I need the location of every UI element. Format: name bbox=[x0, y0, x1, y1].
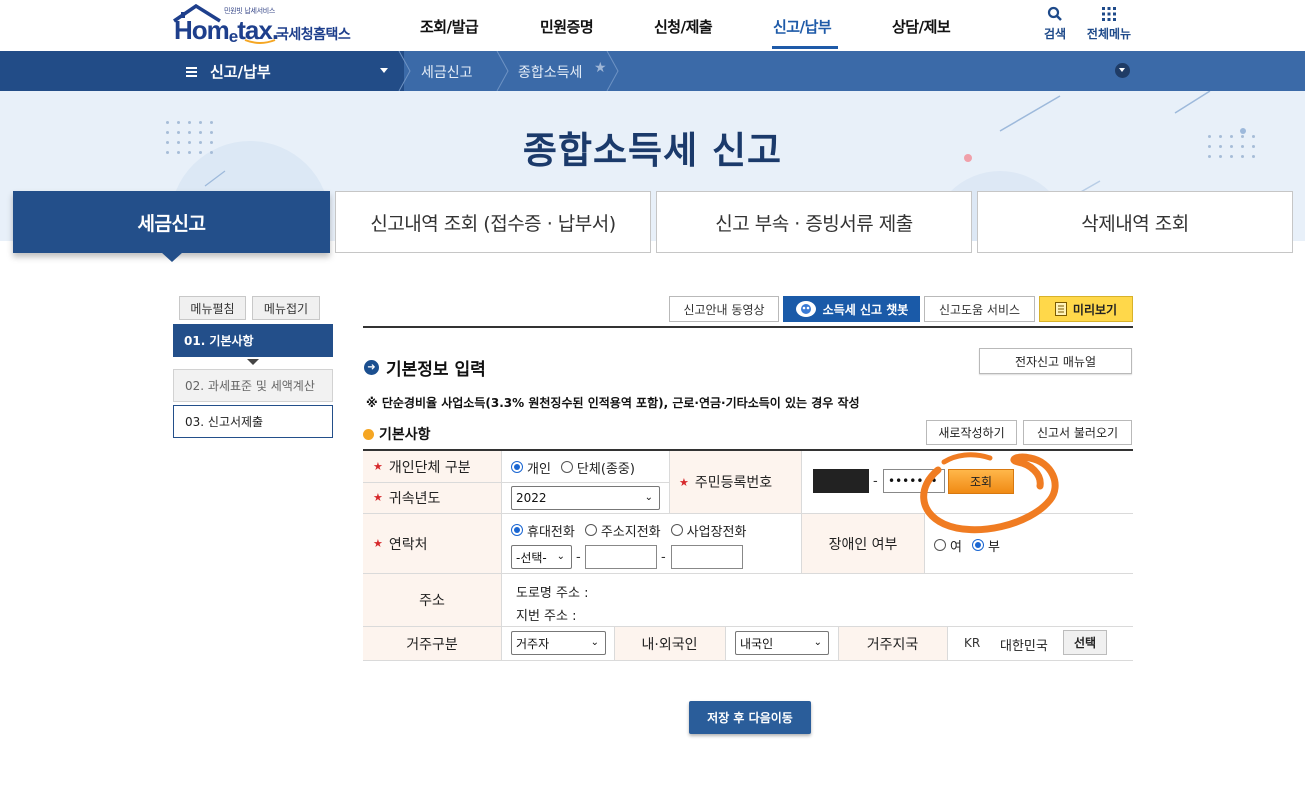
breadcrumb-tax-report[interactable]: 세금신고 bbox=[421, 62, 473, 82]
chatbot-button[interactable]: 소득세 신고 챗봇 bbox=[783, 296, 920, 322]
chevron-down-icon: ⌄ bbox=[556, 551, 565, 562]
step-submit[interactable]: 03. 신고서제출 bbox=[173, 405, 333, 438]
arrow-right-circle-icon: ➜ bbox=[364, 360, 379, 375]
bullet-circle-icon bbox=[363, 428, 374, 440]
country-select-button[interactable]: 선택 bbox=[1063, 630, 1107, 655]
notice-text: ※ 단순경비율 사업소득(3.3% 원천징수된 인적용역 포함), 근로·연금·… bbox=[366, 396, 860, 410]
chevron-down-icon[interactable] bbox=[380, 68, 388, 73]
search-icon bbox=[1047, 6, 1062, 21]
step-tax-calc[interactable]: 02. 과세표준 및 세액계산 bbox=[173, 369, 333, 402]
favorite-star-icon[interactable]: ★ bbox=[594, 60, 607, 76]
country-name: 대한민국 bbox=[1000, 639, 1048, 654]
nav-item-certificate[interactable]: 민원증명 bbox=[540, 16, 594, 38]
logo-subtitle: 국세청홈택스 bbox=[276, 27, 351, 43]
breadcrumb-separator-icon bbox=[606, 51, 619, 91]
chatbot-icon bbox=[795, 301, 816, 317]
grid-menu-icon bbox=[1102, 7, 1116, 21]
country-label: 거주지국 bbox=[838, 627, 947, 660]
new-write-button[interactable]: 새로작성하기 bbox=[926, 420, 1017, 445]
document-icon bbox=[1054, 302, 1067, 316]
hamburger-icon bbox=[186, 67, 197, 77]
breadcrumb-separator-icon bbox=[496, 51, 509, 91]
tab-report-history[interactable]: 신고내역 조회 (접수증 · 납부서) bbox=[335, 191, 651, 253]
menu-collapse-button[interactable]: 메뉴접기 bbox=[252, 296, 320, 320]
tab-tax-report[interactable]: 세금신고 bbox=[13, 191, 330, 253]
nav-item-consult[interactable]: 상담/제보 bbox=[892, 16, 951, 38]
radio-home-phone[interactable]: 주소지전화 bbox=[584, 521, 661, 540]
save-next-button[interactable]: 저장 후 다음이동 bbox=[689, 701, 811, 734]
nav-item-apply[interactable]: 신청/제출 bbox=[654, 16, 713, 38]
e-filing-manual-button[interactable]: 전자신고 매뉴얼 bbox=[979, 348, 1132, 374]
residence-select[interactable]: 거주자 ⌄ bbox=[511, 631, 606, 655]
search-button[interactable]: 검색 bbox=[1040, 6, 1070, 42]
tab-pointer bbox=[161, 252, 183, 262]
entity-type-radios: 개인 단체(종중) bbox=[511, 458, 645, 477]
chevron-down-icon: ⌄ bbox=[590, 637, 599, 648]
step-arrow-icon bbox=[247, 359, 259, 365]
logo-swoosh-icon bbox=[244, 39, 276, 44]
road-address-text: 도로명 주소 : bbox=[516, 586, 589, 601]
radio-group[interactable]: 단체(종중) bbox=[560, 458, 635, 477]
section-title: ➜ 기본정보 입력 bbox=[364, 355, 486, 380]
address-label: 주소 bbox=[363, 574, 501, 626]
preview-label: 미리보기 bbox=[1072, 302, 1118, 317]
tab-deleted-history[interactable]: 삭제내역 조회 bbox=[977, 191, 1293, 253]
lot-address-text: 지번 주소 : bbox=[516, 609, 577, 624]
chevron-down-icon: ⌄ bbox=[813, 637, 822, 648]
rrn-front-field[interactable] bbox=[813, 469, 869, 493]
year-label: ★ 귀속년도 bbox=[363, 482, 501, 513]
contact-label: ★ 연락처 bbox=[363, 514, 501, 573]
step-basic-info[interactable]: 01. 기본사항 bbox=[173, 324, 333, 357]
nav-active-underline bbox=[772, 46, 838, 49]
preview-button[interactable]: 미리보기 bbox=[1039, 296, 1133, 322]
subsection-title: 기본사항 bbox=[363, 424, 431, 444]
nationality-label: 내·외국인 bbox=[614, 627, 725, 660]
nav-item-report-pay[interactable]: 신고/납부 bbox=[773, 16, 832, 38]
entity-type-label: ★ 개인단체 구분 bbox=[363, 451, 501, 482]
help-service-button[interactable]: 신고도움 서비스 bbox=[924, 296, 1035, 322]
disability-label: 장애인 여부 bbox=[802, 514, 924, 573]
radio-disabled-no[interactable]: 부 bbox=[971, 536, 1000, 555]
breadcrumb-separator-icon bbox=[398, 51, 411, 91]
hometax-logo[interactable]: 민원빗 납세서비스 Hometax. 국세청홈택스 bbox=[172, 4, 357, 46]
menu-expand-button[interactable]: 메뉴펼침 bbox=[179, 296, 246, 320]
year-select[interactable]: 2022 ⌄ bbox=[511, 486, 660, 510]
radio-disabled-yes[interactable]: 여 bbox=[934, 536, 962, 555]
guide-video-button[interactable]: 신고안내 동영상 bbox=[669, 296, 779, 322]
toolbar-divider bbox=[363, 326, 1133, 328]
phone-last-field[interactable] bbox=[671, 545, 743, 569]
location-bar: 신고/납부 세금신고 종합소득세 ★ bbox=[0, 51, 1305, 91]
rrn-back-field[interactable]: ••••••• bbox=[883, 469, 945, 493]
radio-individual[interactable]: 개인 bbox=[511, 458, 551, 477]
breadcrumb-income-tax[interactable]: 종합소득세 bbox=[518, 62, 582, 82]
country-code: KR bbox=[964, 636, 981, 650]
chevron-down-icon: ⌄ bbox=[644, 492, 653, 503]
chatbot-label: 소득세 신고 챗봇 bbox=[822, 302, 909, 317]
contact-type-radios: 휴대전화 주소지전화 사업장전화 bbox=[511, 520, 756, 540]
disability-radios: 여 부 bbox=[934, 536, 1010, 555]
phone-middle-field[interactable] bbox=[585, 545, 657, 569]
load-return-button[interactable]: 신고서 불러오기 bbox=[1023, 420, 1132, 445]
top-header: 민원빗 납세서비스 Hometax. 국세청홈택스 조회/발급 민원증명 신청/… bbox=[0, 0, 1305, 51]
nav-item-inquiry[interactable]: 조회/발급 bbox=[420, 16, 479, 38]
radio-mobile[interactable]: 휴대전화 bbox=[511, 521, 575, 540]
location-menu-dropdown[interactable]: 신고/납부 bbox=[210, 61, 271, 82]
residence-label: 거주구분 bbox=[363, 627, 501, 660]
tab-submit-documents[interactable]: 신고 부속 · 증빙서류 제출 bbox=[656, 191, 972, 253]
nationality-select[interactable]: 내국인 ⌄ bbox=[735, 631, 829, 655]
phone-prefix-select[interactable]: -선택- ⌄ bbox=[511, 545, 572, 569]
rrn-lookup-button[interactable]: 조회 bbox=[948, 469, 1014, 494]
page-title: 종합소득세 신고 bbox=[522, 129, 783, 172]
rrn-label: ★ 주민등록번호 bbox=[669, 451, 801, 513]
location-more-button[interactable] bbox=[1115, 63, 1130, 78]
page: 민원빗 납세서비스 Hometax. 국세청홈택스 조회/발급 민원증명 신청/… bbox=[0, 0, 1305, 793]
radio-business-phone[interactable]: 사업장전화 bbox=[670, 521, 746, 540]
all-menu-button[interactable]: 전체메뉴 bbox=[1084, 6, 1134, 42]
